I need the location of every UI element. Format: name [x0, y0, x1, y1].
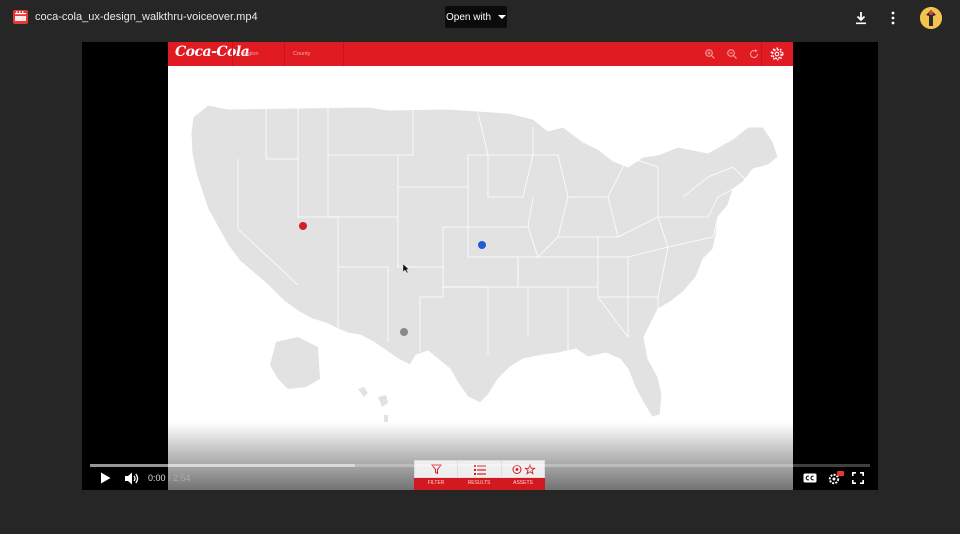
- zoom-in-icon: [705, 49, 715, 59]
- user-avatar[interactable]: [920, 7, 942, 29]
- map-pin-red: [299, 222, 307, 230]
- us-map: [190, 104, 779, 422]
- open-with-label: Open with: [445, 11, 492, 23]
- filter-label: FILTER: [427, 480, 445, 486]
- video-frame-app: Coca-Cola Region County: [168, 42, 793, 490]
- hawaii-shape: [358, 387, 388, 422]
- fullscreen-button[interactable]: [850, 470, 866, 486]
- app-header: Coca-Cola Region County: [168, 42, 793, 66]
- play-button[interactable]: [98, 470, 112, 486]
- captions-button[interactable]: [802, 470, 818, 486]
- seek-bar[interactable]: [90, 464, 870, 467]
- header-divider: [761, 42, 762, 66]
- map-pin-blue: [478, 241, 486, 249]
- refresh-icon: [750, 49, 759, 58]
- filter-tab: [414, 460, 458, 478]
- current-time: 0:00: [148, 473, 166, 483]
- file-title: coca-cola_ux-design_walkthru-voiceover.m…: [35, 11, 258, 23]
- time-separator: /: [165, 473, 174, 483]
- map-pin-gray: [400, 328, 408, 336]
- play-icon: [100, 472, 110, 484]
- download-icon[interactable]: [852, 9, 870, 27]
- bottom-panel-labels: FILTER RESULTS ASSETS: [414, 478, 545, 490]
- time-display: 0:00 / 2:54: [148, 473, 191, 483]
- alaska-shape: [270, 337, 320, 389]
- settings-gear-icon: [770, 47, 784, 61]
- open-with-button[interactable]: Open with: [445, 6, 507, 28]
- fullscreen-icon: [852, 472, 864, 484]
- video-file-icon: [13, 10, 28, 24]
- more-vert-icon[interactable]: [884, 9, 902, 27]
- settings-button[interactable]: [826, 470, 844, 486]
- results-label: RESULTS: [467, 480, 491, 486]
- video-player[interactable]: Coca-Cola Region County FILTER RESULTS A…: [82, 42, 878, 490]
- buffered-progress: [90, 464, 356, 467]
- assets-label: ASSETS: [513, 480, 533, 486]
- volume-button[interactable]: [124, 470, 140, 486]
- captions-icon: [803, 473, 817, 483]
- chevron-down-icon: [498, 15, 507, 19]
- duration: 2:54: [173, 473, 191, 483]
- results-tab: [457, 460, 502, 478]
- zoom-out-icon: [727, 49, 737, 59]
- mouse-cursor-icon: [403, 264, 410, 273]
- tab-county: County: [284, 42, 344, 66]
- tab-region: Region: [232, 42, 291, 66]
- drive-preview-topbar: coca-cola_ux-design_walkthru-voiceover.m…: [0, 0, 960, 36]
- volume-icon: [124, 472, 138, 484]
- settings-hd-icon: [828, 471, 844, 485]
- assets-tab: [501, 460, 545, 478]
